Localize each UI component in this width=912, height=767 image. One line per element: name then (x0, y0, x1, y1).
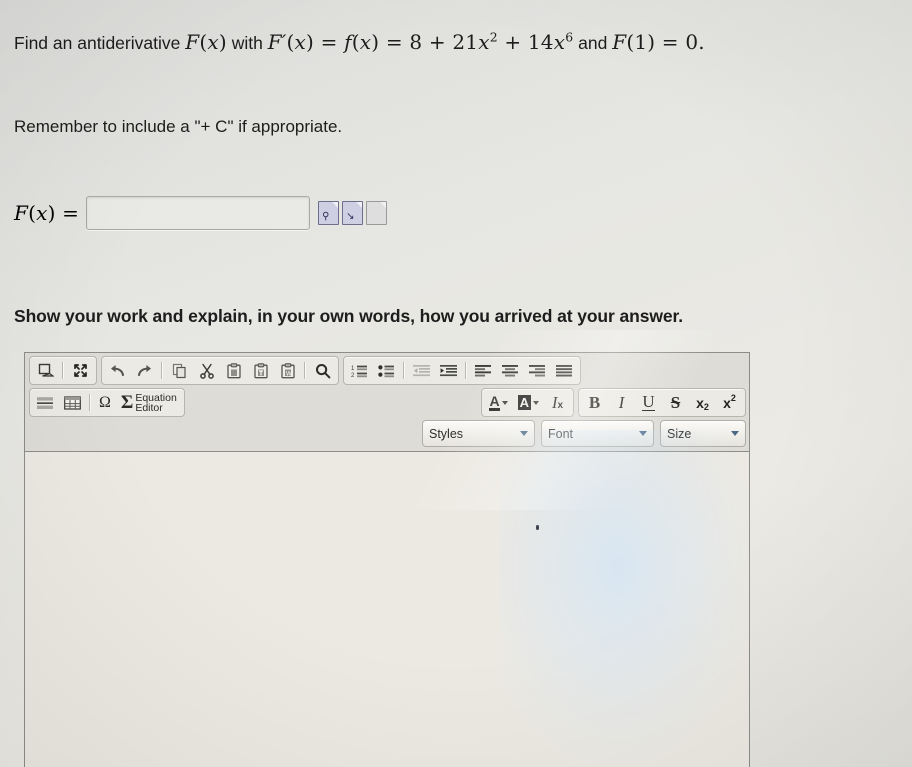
size-dropdown-label: Size (667, 426, 692, 441)
bulleted-list-button[interactable] (373, 358, 400, 383)
toolbar-separator (62, 362, 64, 379)
numbered-list-button[interactable]: 12 (346, 358, 373, 383)
undo-button[interactable] (104, 358, 131, 383)
text-color-button[interactable]: A (484, 390, 512, 415)
prompt-with-text: with (231, 33, 263, 53)
cut-button[interactable] (193, 358, 220, 383)
chevron-down-icon (520, 431, 528, 436)
size-dropdown[interactable]: Size (660, 420, 746, 447)
align-center-button[interactable] (497, 358, 524, 383)
svg-text:W: W (286, 371, 292, 377)
prompt-F-math: F(x) (185, 30, 227, 54)
editor-toolbar-row-1: W 12 (25, 353, 749, 385)
insert-answer-icon[interactable]: ↘ (342, 201, 364, 225)
toolbar-group-color: A A Ix (481, 388, 574, 417)
toolbar-group-insert: Ω Σ Equation Editor (29, 388, 185, 417)
toolbar-separator (403, 362, 405, 379)
chevron-down-icon (639, 431, 647, 436)
equation-editor-label-line2: Editor (135, 401, 163, 414)
answer-row: F(x) = ⚲ ↘ (14, 196, 388, 230)
svg-text:1: 1 (351, 366, 355, 372)
align-justify-button[interactable] (551, 358, 578, 383)
italic-button[interactable]: I (608, 390, 635, 415)
toolbar-group-lists: 12 (343, 356, 581, 385)
sigma-icon: Σ (120, 391, 134, 413)
copy-button[interactable] (166, 358, 193, 383)
editor-toolbar-row-3: Styles Font Size (25, 417, 749, 451)
styles-dropdown-label: Styles (429, 426, 464, 441)
text-cursor (536, 525, 539, 530)
answer-input[interactable] (86, 196, 311, 230)
page-title: Find an antiderivative F(x) with F′(x) =… (14, 30, 705, 54)
chevron-down-icon (533, 400, 539, 405)
toolbar-group-view (29, 356, 97, 385)
subscript-button[interactable]: x2 (689, 390, 716, 415)
strikethrough-button[interactable]: S (662, 390, 689, 415)
font-dropdown-label: Font (548, 426, 574, 441)
align-left-button[interactable] (470, 358, 497, 383)
align-right-button[interactable] (524, 358, 551, 383)
redo-button[interactable] (131, 358, 158, 383)
remember-note: Remember to include a "+ C" if appropria… (14, 117, 343, 136)
paste-text-button[interactable] (247, 358, 274, 383)
find-button[interactable] (309, 358, 336, 383)
toolbar-separator (465, 362, 467, 379)
underline-button[interactable]: U (635, 390, 662, 415)
svg-text:2: 2 (351, 373, 355, 378)
chevron-down-icon (501, 400, 508, 405)
superscript-button[interactable]: x2 (716, 390, 743, 415)
outdent-button[interactable] (408, 358, 435, 383)
superscript-index: 2 (730, 393, 736, 403)
editor-content-area[interactable] (25, 451, 749, 767)
font-dropdown[interactable]: Font (541, 420, 654, 447)
styles-dropdown[interactable]: Styles (422, 420, 535, 447)
prompt-and-text: and (578, 33, 608, 53)
answer-tools: ⚲ ↘ (318, 201, 388, 225)
toolbar-group-clipboard: W (101, 356, 339, 385)
answer-label: F(x) = (14, 201, 80, 225)
table-button[interactable] (59, 390, 86, 415)
maximize-button[interactable] (67, 358, 94, 383)
preview-answer-icon[interactable]: ⚲ (318, 201, 340, 225)
toolbar-group-basic-styles: B I U S x2 x2 (578, 388, 746, 417)
equation-editor-button[interactable]: Σ Equation Editor (116, 390, 182, 415)
chevron-down-icon (731, 431, 739, 436)
editor-toolbar-row-2: Ω Σ Equation Editor A A I x B I U S x 2 … (25, 385, 749, 417)
text-color-a-icon: A (489, 392, 500, 411)
paste-word-button[interactable]: W (274, 358, 301, 383)
subscript-index: 2 (703, 402, 709, 412)
show-work-instruction: Show your work and explain, in your own … (14, 306, 684, 326)
indent-button[interactable] (435, 358, 462, 383)
background-color-button[interactable]: A (513, 390, 544, 415)
horizontal-rule-button[interactable] (32, 390, 59, 415)
special-char-button[interactable]: Ω (94, 390, 116, 415)
remove-format-button[interactable]: Ix (544, 390, 571, 415)
equation-editor-label: Equation Editor (135, 392, 176, 414)
prompt-equation-math: F′(x) = f(x) = 8 + 21x2 + 14x6 (267, 29, 574, 54)
toolbar-separator (304, 362, 306, 379)
paste-button[interactable] (220, 358, 247, 383)
source-view-button[interactable] (32, 358, 59, 383)
toolbar-separator (161, 362, 163, 379)
question-page: Find an antiderivative F(x) with F′(x) =… (0, 0, 912, 767)
prompt-condition-math: F(1) = 0. (612, 30, 705, 54)
prompt-prefix-text: Find an antiderivative (14, 33, 181, 53)
remove-format-x-icon: x (557, 400, 564, 411)
bold-button[interactable]: B (581, 390, 608, 415)
blank-page-icon[interactable] (366, 201, 388, 225)
background-color-a-icon: A (517, 395, 531, 410)
rich-text-editor: W 12 Ω Σ Equation Editor A A I x B I U S… (24, 352, 750, 767)
toolbar-separator (89, 394, 91, 411)
